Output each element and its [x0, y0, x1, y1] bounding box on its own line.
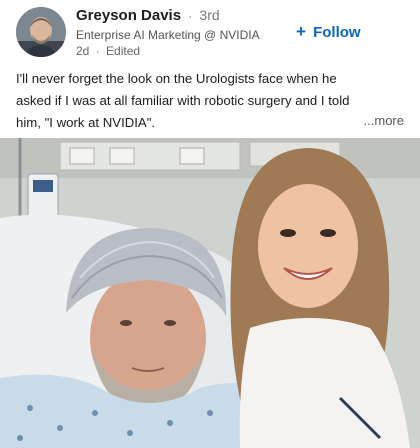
- connection-degree: 3rd: [199, 7, 220, 23]
- follow-button[interactable]: + Follow: [296, 22, 361, 42]
- post-line: him, "I work at NVIDIA".: [16, 115, 156, 130]
- follow-label: Follow: [313, 24, 361, 41]
- separator-dot: ·: [188, 9, 193, 23]
- avatar-image: [16, 7, 66, 57]
- post-body: I'll never forget the look on the Urolog…: [16, 68, 404, 134]
- plus-icon: +: [296, 22, 306, 41]
- see-more-link[interactable]: ...more: [364, 113, 404, 128]
- post-photo[interactable]: [0, 138, 420, 448]
- edited-label: Edited: [106, 44, 141, 58]
- post-header: Greyson Davis · 3rd Enterprise AI Market…: [0, 0, 420, 64]
- author-avatar[interactable]: [16, 7, 66, 57]
- post-meta: 2d · Edited: [76, 44, 140, 58]
- meta-separator: ·: [95, 44, 100, 58]
- post-line: I'll never forget the look on the Urolog…: [16, 71, 337, 86]
- post-line: asked if I was at all familiar with robo…: [16, 93, 350, 108]
- author-name[interactable]: Greyson Davis: [76, 7, 181, 24]
- post-time: 2d: [76, 44, 90, 58]
- author-name-row: Greyson Davis · 3rd: [76, 7, 220, 24]
- author-headline: Enterprise AI Marketing @ NVIDIA: [76, 28, 260, 42]
- hospital-selfie-image: [0, 138, 420, 448]
